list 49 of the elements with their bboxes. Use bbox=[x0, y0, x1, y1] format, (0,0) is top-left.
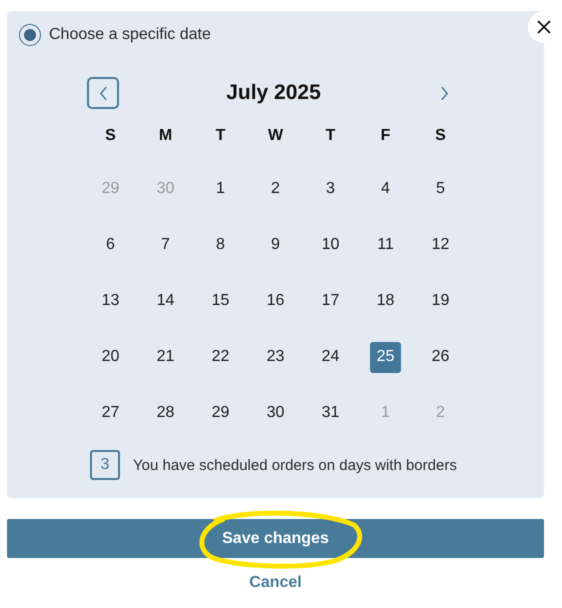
day-cell[interactable]: 31 bbox=[315, 398, 346, 428]
day-cell[interactable]: 7 bbox=[150, 230, 181, 260]
bordered-day-sample: 3 bbox=[90, 450, 120, 480]
day-cell[interactable]: 5 bbox=[425, 174, 456, 204]
day-cell[interactable]: 18 bbox=[370, 286, 401, 316]
day-cell[interactable]: 23 bbox=[260, 342, 291, 372]
legend-text: You have scheduled orders on days with borders bbox=[133, 456, 457, 474]
close-icon bbox=[536, 19, 552, 35]
day-cell[interactable]: 9 bbox=[260, 230, 291, 260]
day-cell[interactable]: 27 bbox=[95, 398, 126, 428]
weekday-label: M bbox=[158, 127, 172, 145]
day-cell[interactable]: 21 bbox=[150, 342, 181, 372]
day-cell[interactable]: 12 bbox=[425, 230, 456, 260]
cancel-link[interactable]: Cancel bbox=[249, 574, 302, 592]
day-cell[interactable]: 13 bbox=[95, 286, 126, 316]
day-cell[interactable]: 15 bbox=[205, 286, 236, 316]
day-cell[interactable]: 17 bbox=[315, 286, 346, 316]
radio-button[interactable] bbox=[19, 24, 41, 46]
chevron-left-icon bbox=[98, 86, 108, 100]
day-cell[interactable]: 30 bbox=[260, 398, 291, 428]
day-cell[interactable]: 28 bbox=[150, 398, 181, 428]
weekday-label: F bbox=[380, 127, 390, 145]
chevron-right-icon bbox=[440, 86, 448, 100]
day-cell[interactable]: 25 bbox=[370, 342, 401, 372]
day-cell[interactable]: 14 bbox=[150, 286, 181, 316]
weekday-label: T bbox=[216, 127, 226, 145]
day-cell[interactable]: 24 bbox=[315, 342, 346, 372]
day-cell[interactable]: 11 bbox=[370, 230, 401, 260]
day-cell[interactable]: 16 bbox=[260, 286, 291, 316]
day-cell[interactable]: 4 bbox=[370, 174, 401, 204]
day-cell[interactable]: 1 bbox=[205, 174, 236, 204]
weekday-label: S bbox=[435, 127, 446, 145]
day-cell[interactable]: 3 bbox=[315, 174, 346, 204]
option-label: Choose a specific date bbox=[49, 26, 211, 44]
weekday-label: W bbox=[268, 127, 284, 145]
day-cell[interactable]: 29 bbox=[205, 398, 236, 428]
day-cell[interactable]: 8 bbox=[205, 230, 236, 260]
weekday-label: T bbox=[326, 127, 336, 145]
save-button[interactable]: Save changes bbox=[7, 519, 544, 558]
day-cell[interactable]: 26 bbox=[425, 342, 456, 372]
day-cell[interactable]: 22 bbox=[205, 342, 236, 372]
weekday-label: S bbox=[105, 127, 116, 145]
day-cell[interactable]: 6 bbox=[95, 230, 126, 260]
month-title: July 2025 bbox=[225, 81, 322, 105]
day-cell[interactable]: 10 bbox=[315, 230, 346, 260]
day-cell[interactable]: 20 bbox=[95, 342, 126, 372]
previous-month-button[interactable] bbox=[87, 77, 119, 109]
day-cell[interactable]: 2 bbox=[260, 174, 291, 204]
day-cell[interactable]: 19 bbox=[425, 286, 456, 316]
